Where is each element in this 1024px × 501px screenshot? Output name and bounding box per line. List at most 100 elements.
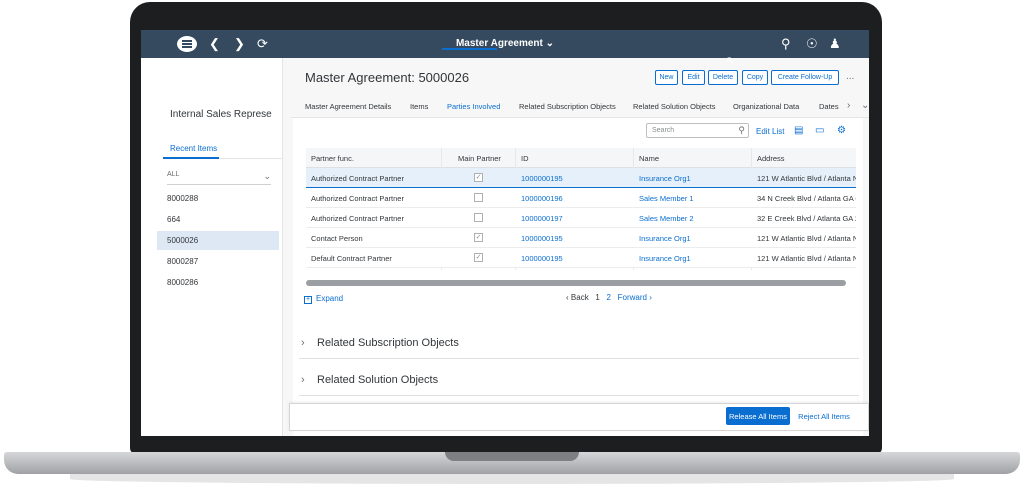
chevron-down-icon: ⌄ (263, 171, 271, 181)
section-title: Related Subscription Objects (317, 337, 459, 349)
copilot-icon[interactable]: ☉ (806, 36, 818, 52)
back-link[interactable]: Back (571, 293, 589, 302)
tab-related-solution-objects[interactable]: Related Solution Objects (633, 102, 716, 111)
main-partner-checkbox[interactable]: ✓ (474, 233, 483, 242)
chevron-down-icon[interactable]: ⌄ (861, 100, 869, 111)
chart-icon[interactable]: ▤ (794, 125, 803, 136)
sidebar-item[interactable]: 8000287 (157, 252, 279, 271)
user-icon[interactable]: ♟ (829, 36, 841, 52)
shell-title-menu[interactable]: Master Agreement ⌄ (141, 38, 869, 49)
chevron-right-icon[interactable]: › (847, 100, 850, 111)
tab-master-agreement-details[interactable]: Master Agreement Details (305, 102, 391, 111)
main-partner-checkbox[interactable]: ✓ (474, 253, 483, 262)
main-partner-checkbox[interactable] (474, 213, 483, 222)
expand-label: Expand (316, 294, 344, 303)
address-cell: 121 W Atlantic Blvd / Atlanta N (757, 234, 856, 243)
forward-link[interactable]: Forward (618, 293, 647, 302)
partner-func-cell: Authorized Contract Partner (311, 194, 404, 203)
column-header[interactable]: ID (521, 154, 529, 163)
table-row[interactable]: Authorized Contract Partner ✓ 1000000195… (306, 168, 856, 188)
app-screen: ❮ ❯ ⟳ Master Agreement ⌄ ⚲ ☉ ♟ ↖ Interna… (141, 30, 869, 436)
table-header: Partner func. Main Partner ID Name Addre… (306, 148, 856, 168)
sidebar-item[interactable]: 8000288 (157, 189, 279, 208)
sidebar-tab-indicator (163, 157, 219, 159)
name-link[interactable]: Sales Member 1 (639, 194, 694, 203)
sidebar-title: Internal Sales Represe (170, 109, 272, 120)
address-cell: 34 N Creek Blvd / Atlanta GA 6 (757, 194, 856, 203)
partner-func-cell: Authorized Contract Partner (311, 174, 404, 183)
column-header[interactable]: Address (757, 154, 785, 163)
table-row[interactable]: Contact Person ✓ 1000000195 Insurance Or… (306, 228, 856, 248)
table-row[interactable]: Default Contract Partner ✓ 1000000195 In… (306, 248, 856, 268)
id-link[interactable]: 1000000196 (521, 194, 563, 203)
chevron-down-icon: ⌄ (545, 38, 555, 49)
page-1-link[interactable]: 1 (595, 293, 599, 302)
sidebar-item-selected[interactable]: 5000026 (157, 231, 279, 250)
section-title: Related Solution Objects (317, 374, 439, 386)
delete-button[interactable]: Delete (708, 70, 738, 85)
name-link[interactable]: Insurance Org1 (639, 174, 691, 183)
partner-func-cell: Contact Person (311, 234, 363, 243)
expand-icon: + (304, 296, 312, 304)
section-related-solution-objects[interactable]: › Related Solution Objects (299, 374, 859, 396)
laptop-notch (445, 452, 579, 461)
edit-button[interactable]: Edit (682, 70, 705, 85)
release-all-items-button[interactable]: Release All Items (726, 407, 790, 425)
mouse-cursor-icon: ↖ (726, 55, 736, 67)
shell-bar: ❮ ❯ ⟳ Master Agreement ⌄ ⚲ ☉ ♟ (141, 30, 869, 58)
sidebar-item[interactable]: 664 (157, 210, 279, 229)
chevron-right-icon: › (301, 374, 305, 386)
column-header[interactable]: Main Partner (458, 154, 501, 163)
reject-all-items-button[interactable]: Reject All Items (794, 407, 854, 425)
tab-organizational-data[interactable]: Organizational Data (733, 102, 799, 111)
laptop-shadow (70, 474, 954, 484)
table-row[interactable]: Authorized Contract Partner 1000000196 S… (306, 188, 856, 208)
tab-recent-items[interactable]: Recent Items (170, 144, 217, 153)
copy-button[interactable]: Copy (742, 70, 768, 85)
more-actions-button[interactable]: ... (846, 71, 854, 82)
name-link[interactable]: Sales Member 2 (639, 214, 694, 223)
sidebar-filter-value: ALL (167, 171, 180, 178)
page-2-link[interactable]: 2 (607, 293, 611, 302)
sidebar: Internal Sales Represe Recent Items ALL … (141, 58, 283, 436)
sidebar-item[interactable]: 8000286 (157, 273, 279, 292)
partner-func-cell: Authorized Contract Partner (311, 214, 404, 223)
tab-dates[interactable]: Dates (819, 102, 839, 111)
page-title: Master Agreement: 5000026 (305, 70, 470, 85)
tab-parties-involved[interactable]: Parties Involved (447, 102, 500, 111)
pagination: ‹ Back 1 2 Forward › (566, 293, 652, 302)
chevron-right-icon[interactable]: › (649, 293, 652, 302)
expand-link[interactable]: + Expand (304, 294, 343, 304)
partner-func-cell: Default Contract Partner (311, 254, 392, 263)
name-link[interactable]: Insurance Org1 (639, 254, 691, 263)
main-partner-checkbox[interactable] (474, 193, 483, 202)
id-link[interactable]: 1000000197 (521, 214, 563, 223)
laptop-frame: ❮ ❯ ⟳ Master Agreement ⌄ ⚲ ☉ ♟ ↖ Interna… (0, 0, 1024, 501)
id-link[interactable]: 1000000195 (521, 174, 563, 183)
create-follow-up-button[interactable]: Create Follow-Up (771, 70, 839, 85)
settings-icon[interactable]: ⚙ (837, 125, 846, 136)
edit-list-link[interactable]: Edit List (756, 127, 784, 136)
chevron-left-icon[interactable]: ‹ (566, 293, 569, 302)
tab-related-subscription-objects[interactable]: Related Subscription Objects (519, 102, 616, 111)
search-placeholder: Search (652, 127, 675, 134)
main-partner-checkbox[interactable]: ✓ (474, 173, 483, 182)
column-header[interactable]: Partner func. (311, 154, 354, 163)
address-cell: 121 W Atlantic Blvd / Atlanta N (757, 254, 856, 263)
search-icon[interactable]: ⚲ (738, 125, 745, 136)
search-input[interactable]: Search ⚲ (646, 123, 749, 138)
column-header[interactable]: Name (639, 154, 659, 163)
id-link[interactable]: 1000000195 (521, 234, 563, 243)
name-link[interactable]: Insurance Org1 (639, 234, 691, 243)
tab-indicator (442, 48, 497, 50)
tab-items[interactable]: Items (410, 102, 428, 111)
export-icon[interactable]: ▭ (815, 125, 824, 136)
table-row[interactable]: Authorized Contract Partner 1000000197 S… (306, 208, 856, 228)
sidebar-filter-select[interactable]: ALL ⌄ (167, 171, 271, 185)
id-link[interactable]: 1000000195 (521, 254, 563, 263)
search-icon[interactable]: ⚲ (781, 36, 791, 52)
horizontal-scrollbar[interactable] (306, 280, 846, 286)
new-button[interactable]: New (655, 70, 678, 85)
address-cell: 121 W Atlantic Blvd / Atlanta N (757, 174, 856, 183)
section-related-subscription-objects[interactable]: › Related Subscription Objects (299, 337, 859, 359)
